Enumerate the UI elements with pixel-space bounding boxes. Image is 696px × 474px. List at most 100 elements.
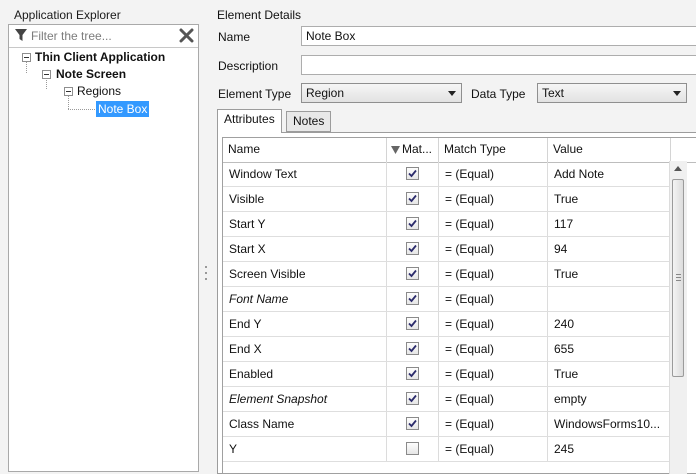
attribute-name-cell: Visible: [223, 187, 387, 211]
column-header-match-type[interactable]: Match Type: [439, 138, 548, 162]
attribute-name-cell: Start X: [223, 237, 387, 261]
tab-notes[interactable]: Notes: [286, 111, 332, 132]
value-cell[interactable]: Add Note: [548, 162, 671, 186]
tree-node-label: Note Screen: [56, 67, 127, 81]
tree-node-group[interactable]: Regions: [9, 83, 199, 99]
match-checkbox[interactable]: [406, 317, 419, 330]
element-tree: Thin Client Application Note Screen Regi…: [9, 49, 198, 471]
chevron-down-icon: [448, 91, 456, 96]
table-row[interactable]: Window Text = (Equal) Add Note: [223, 162, 671, 187]
match-type-cell[interactable]: = (Equal): [439, 187, 548, 211]
match-type-cell[interactable]: = (Equal): [439, 287, 548, 311]
value-cell[interactable]: 117: [548, 212, 671, 236]
match-type-cell[interactable]: = (Equal): [439, 262, 548, 286]
table-row[interactable]: Y = (Equal) 245: [223, 437, 671, 462]
table-row[interactable]: Screen Visible = (Equal) True: [223, 262, 671, 287]
table-row[interactable]: End X = (Equal) 655: [223, 337, 671, 362]
filter-funnel-icon: [15, 29, 27, 41]
value-cell[interactable]: WindowsForms10...: [548, 412, 671, 436]
chevron-down-icon: [673, 91, 681, 96]
match-checkbox[interactable]: [406, 292, 419, 305]
match-type-cell[interactable]: = (Equal): [439, 387, 548, 411]
attribute-name-cell: Y: [223, 437, 387, 461]
data-type-select[interactable]: Text: [537, 83, 687, 103]
checkmark-icon: [408, 219, 417, 228]
table-row[interactable]: Visible = (Equal) True: [223, 187, 671, 212]
column-header-match-label: Mat...: [402, 142, 433, 156]
collapse-minus-icon[interactable]: [22, 53, 31, 62]
match-checkbox[interactable]: [406, 242, 419, 255]
scrollbar-thumb[interactable]: [672, 179, 684, 377]
match-type-cell[interactable]: = (Equal): [439, 212, 548, 236]
data-type-label: Data Type: [471, 87, 526, 101]
checkmark-icon: [408, 394, 417, 403]
splitter-grip[interactable]: [205, 266, 208, 284]
match-type-cell[interactable]: = (Equal): [439, 362, 548, 386]
tree-node-label-selected: Note Box: [96, 101, 150, 117]
match-checkbox-cell: [387, 412, 439, 436]
tree-node-label: Regions: [77, 84, 122, 98]
table-row[interactable]: Element Snapshot = (Equal) empty: [223, 387, 671, 412]
match-type-cell[interactable]: = (Equal): [439, 437, 548, 461]
match-checkbox[interactable]: [406, 442, 419, 455]
checkmark-icon: [408, 169, 417, 178]
name-field[interactable]: Note Box: [301, 26, 696, 46]
value-cell[interactable]: True: [548, 187, 671, 211]
table-row[interactable]: Font Name = (Equal): [223, 287, 671, 312]
tree-node-leaf[interactable]: Note Box: [9, 101, 199, 117]
match-type-cell[interactable]: = (Equal): [439, 162, 548, 186]
name-label: Name: [218, 30, 251, 44]
collapse-minus-icon[interactable]: [64, 87, 73, 96]
match-checkbox[interactable]: [406, 192, 419, 205]
value-cell[interactable]: [548, 287, 671, 311]
value-cell[interactable]: 655: [548, 337, 671, 361]
match-checkbox-cell: [387, 262, 439, 286]
match-type-cell[interactable]: = (Equal): [439, 337, 548, 361]
table-row[interactable]: Start X = (Equal) 94: [223, 237, 671, 262]
value-cell[interactable]: empty: [548, 387, 671, 411]
match-checkbox[interactable]: [406, 392, 419, 405]
description-field[interactable]: [301, 55, 696, 75]
scroll-up-arrow-icon[interactable]: [674, 166, 682, 171]
match-checkbox[interactable]: [406, 367, 419, 380]
match-type-cell[interactable]: = (Equal): [439, 237, 548, 261]
table-row[interactable]: Start Y = (Equal) 117: [223, 212, 671, 237]
match-checkbox[interactable]: [406, 267, 419, 280]
match-checkbox-cell: [387, 437, 439, 461]
attribute-name-cell: Start Y: [223, 212, 387, 236]
value-cell[interactable]: True: [548, 262, 671, 286]
description-label: Description: [218, 59, 279, 73]
column-header-name[interactable]: Name: [223, 138, 387, 162]
tree-filter-input[interactable]: [31, 27, 176, 44]
match-checkbox[interactable]: [406, 342, 419, 355]
value-cell[interactable]: True: [548, 362, 671, 386]
value-cell[interactable]: 240: [548, 312, 671, 336]
match-checkbox-cell: [387, 337, 439, 361]
match-type-cell[interactable]: = (Equal): [439, 312, 548, 336]
value-cell[interactable]: 94: [548, 237, 671, 261]
element-type-select[interactable]: Region: [301, 83, 462, 103]
collapse-minus-icon[interactable]: [42, 70, 51, 79]
attribute-name-cell: Font Name: [223, 287, 387, 311]
table-row[interactable]: End Y = (Equal) 240: [223, 312, 671, 337]
match-type-cell[interactable]: = (Equal): [439, 412, 548, 436]
element-details-title: Element Details: [217, 8, 302, 22]
value-cell[interactable]: 245: [548, 437, 671, 461]
checkmark-icon: [408, 344, 417, 353]
tab-attributes[interactable]: Attributes: [217, 109, 282, 133]
column-header-value[interactable]: Value: [548, 138, 671, 162]
column-header-match[interactable]: Mat...: [387, 138, 439, 162]
grid-vertical-scrollbar[interactable]: [669, 161, 687, 474]
checkmark-icon: [408, 319, 417, 328]
match-checkbox[interactable]: [406, 417, 419, 430]
tree-node-root[interactable]: Thin Client Application: [9, 49, 199, 65]
match-checkbox[interactable]: [406, 217, 419, 230]
tree-node-screen[interactable]: Note Screen: [9, 66, 199, 82]
attribute-name-cell: Window Text: [223, 162, 387, 186]
table-row[interactable]: Enabled = (Equal) True: [223, 362, 671, 387]
match-checkbox[interactable]: [406, 167, 419, 180]
clear-x-icon[interactable]: [179, 28, 194, 43]
table-row[interactable]: Class Name = (Equal) WindowsForms10...: [223, 412, 671, 437]
match-checkbox-cell: [387, 287, 439, 311]
element-type-value: Region: [306, 86, 345, 100]
